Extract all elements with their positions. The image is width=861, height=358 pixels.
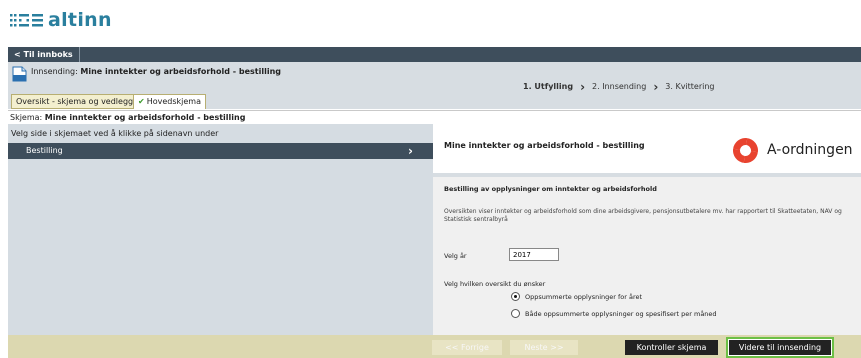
- page-navigation-panel: Velg side i skjemaet ved å klikke på sid…: [8, 124, 433, 335]
- overview-choice-label: Velg hvilken oversikt du ønsker: [444, 280, 546, 288]
- submission-title: Innsending: Mine inntekter og arbeidsfor…: [31, 67, 281, 76]
- submission-prefix: Innsending:: [31, 67, 78, 76]
- form-panel: Mine inntekter og arbeidsforhold - besti…: [433, 124, 861, 335]
- progress-steps: 1. Utfylling › 2. Innsending › 3. Kvitte…: [523, 79, 715, 94]
- form-divider: [433, 173, 861, 177]
- schema-prefix: Skjema:: [10, 113, 43, 122]
- sidebar-item-bestilling[interactable]: Bestilling ›: [8, 143, 433, 159]
- form-footer: << Forrige Neste >> Kontroller skjema Vi…: [8, 335, 861, 358]
- submission-name: Mine inntekter og arbeidsforhold - besti…: [80, 67, 281, 76]
- tab-overview[interactable]: Oversikt - skjema og vedlegg: [11, 94, 139, 109]
- year-input[interactable]: [509, 248, 559, 261]
- top-navigation-bar: < Til innboks: [8, 47, 861, 62]
- step-filling: 1. Utfylling: [523, 82, 574, 91]
- chevron-right-icon: ›: [580, 79, 586, 94]
- altinn-logo[interactable]: altinn: [10, 6, 112, 34]
- validate-form-button[interactable]: Kontroller skjema: [625, 340, 718, 355]
- continue-to-submission-button[interactable]: Videre til innsending: [729, 340, 831, 355]
- form-tabs: Oversikt - skjema og vedlegg ✔ Hovedskje…: [8, 92, 861, 109]
- checkmark-icon: ✔: [138, 97, 145, 106]
- radio-unselected[interactable]: [511, 309, 520, 318]
- option-monthly-specified[interactable]: Både oppsummerte opplysninger og spesifi…: [511, 309, 717, 318]
- schema-name: Mine inntekter og arbeidsforhold - besti…: [44, 113, 246, 122]
- sidebar-item-label: Bestilling: [26, 146, 63, 155]
- form-title: Mine inntekter og arbeidsforhold - besti…: [444, 141, 645, 150]
- step-submission: 2. Innsending: [592, 82, 647, 91]
- a-ordningen-logo-icon: [733, 137, 758, 163]
- option-annual-summary[interactable]: Oppsummerte opplysninger for året: [511, 292, 642, 301]
- step-receipt: 3. Kvittering: [665, 82, 715, 91]
- section-description: Oversikten viser inntekter og arbeidsfor…: [444, 208, 842, 223]
- altinn-logo-icon: [10, 14, 43, 27]
- a-ordningen-logo: A-ordningen: [732, 136, 861, 164]
- option-label: Både oppsummerte opplysninger og spesifi…: [525, 309, 717, 318]
- chevron-right-icon: ›: [653, 79, 659, 94]
- tab-main-form-label: Hovedskjema: [146, 97, 201, 106]
- page-navigation-hint: Velg side i skjemaet ved å klikke på sid…: [11, 129, 219, 138]
- section-title: Bestilling av opplysninger om inntekter …: [444, 185, 657, 193]
- radio-selected[interactable]: [511, 292, 520, 301]
- schema-title-bar: Skjema: Mine inntekter og arbeidsforhold…: [8, 110, 861, 124]
- year-label: Velg år: [444, 252, 467, 260]
- next-button[interactable]: Neste >>: [510, 340, 578, 355]
- back-to-inbox-link[interactable]: < Til innboks: [8, 47, 80, 62]
- brand-name: altinn: [48, 9, 112, 31]
- a-ordningen-text: A-ordningen: [767, 142, 853, 158]
- submit-button-frame: Videre til innsending: [726, 337, 834, 358]
- previous-button[interactable]: << Forrige: [432, 340, 502, 355]
- option-label: Oppsummerte opplysninger for året: [525, 292, 643, 301]
- tab-main-form[interactable]: ✔ Hovedskjema: [133, 94, 206, 109]
- document-icon: [12, 66, 27, 82]
- form-header: Mine inntekter og arbeidsforhold - besti…: [433, 124, 861, 173]
- chevron-right-icon: ›: [408, 144, 413, 158]
- submission-header: Innsending: Mine inntekter og arbeidsfor…: [8, 62, 861, 94]
